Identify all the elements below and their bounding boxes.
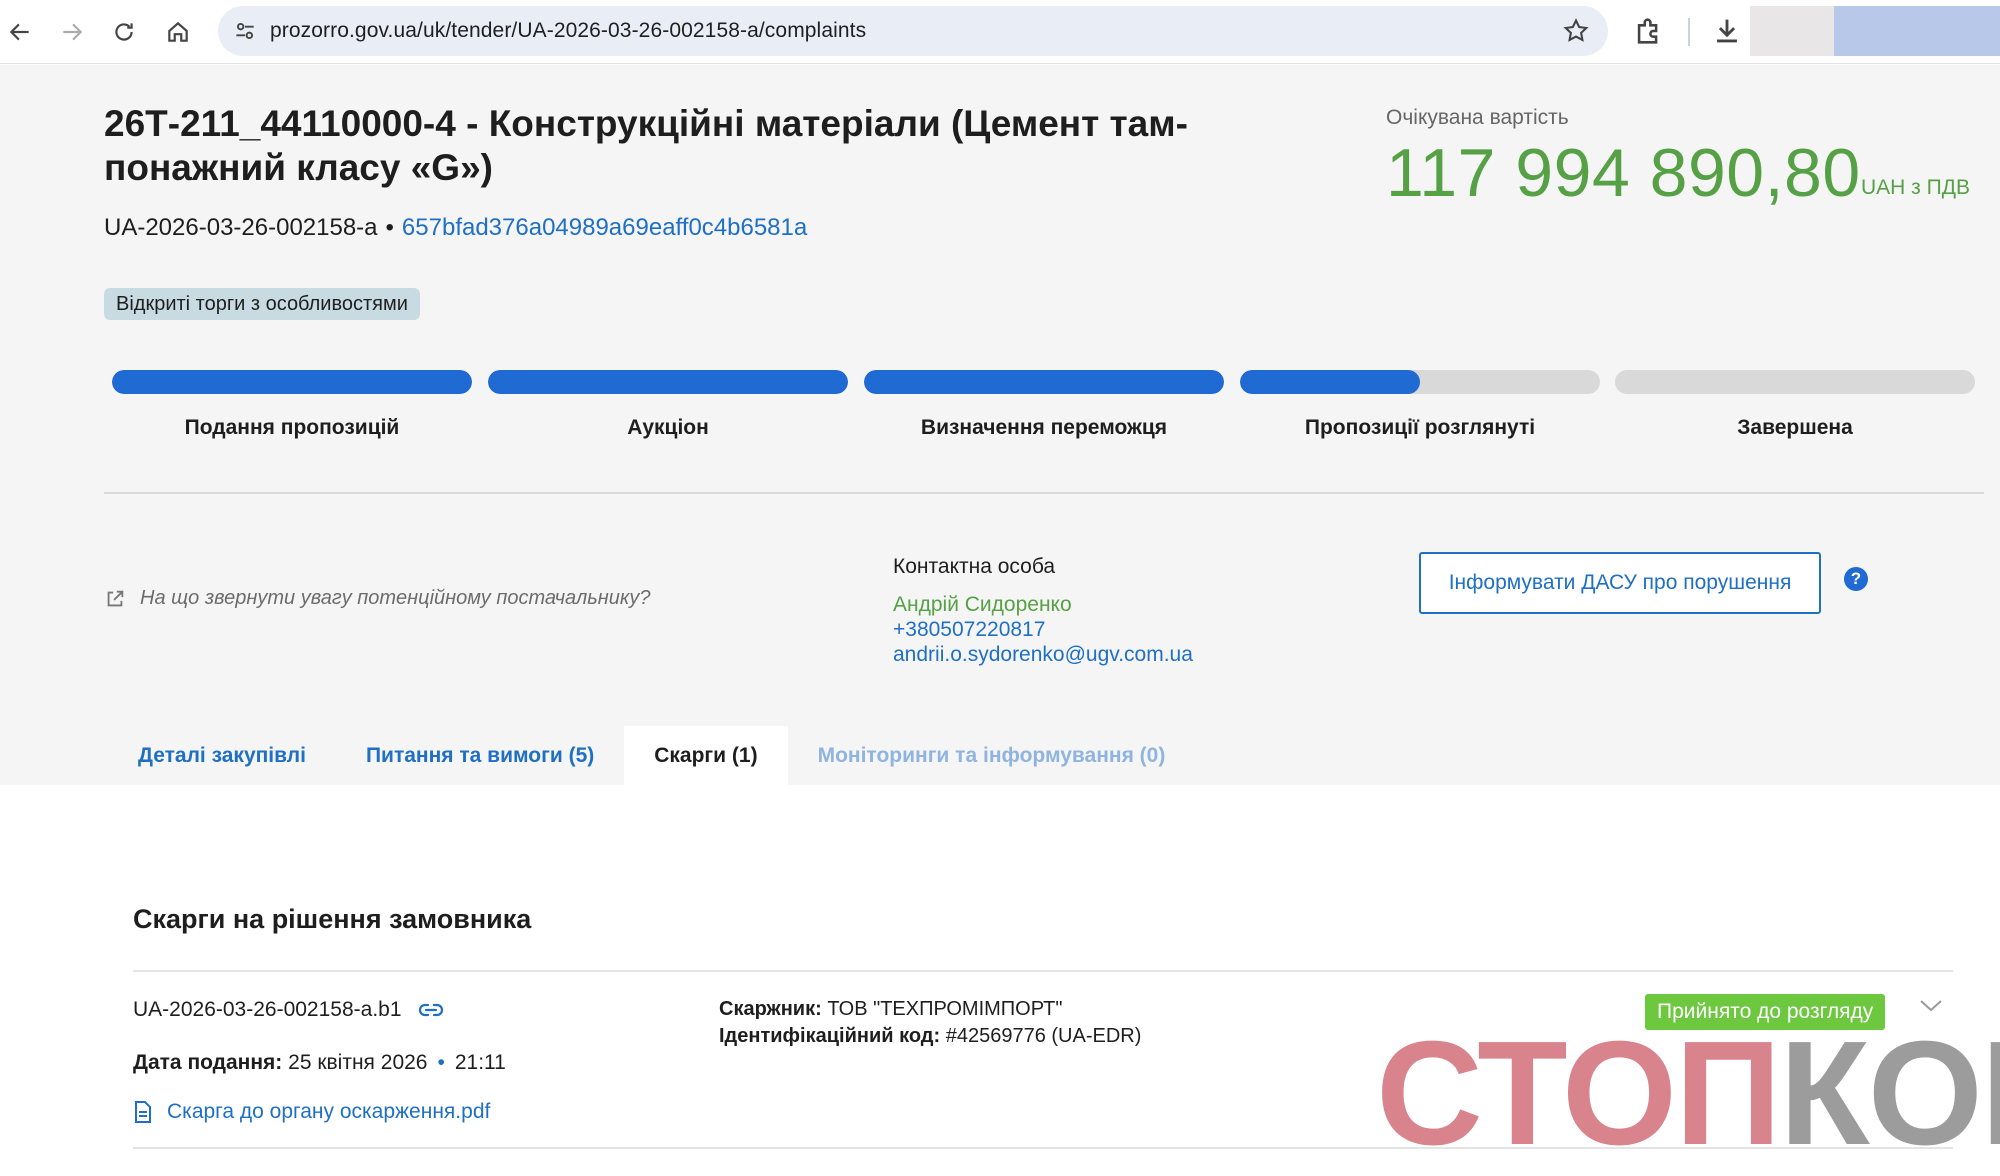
stage-label: Аукціон bbox=[627, 416, 709, 439]
tender-tabs: Деталі закупівлі Питання та вимоги (5) С… bbox=[108, 726, 1195, 785]
arrow-right-icon bbox=[63, 23, 83, 41]
browser-toolbar: prozorro.gov.ua/uk/tender/UA-2026-03-26-… bbox=[0, 0, 2000, 64]
stage-label: Пропозиції розглянуті bbox=[1304, 416, 1536, 439]
code-label: Ідентифікаційний код: bbox=[719, 1025, 941, 1047]
toolbar-separator bbox=[1688, 18, 1690, 46]
stage-label: Визначення переможця bbox=[920, 416, 1168, 439]
external-link-icon bbox=[107, 590, 124, 606]
contact-label: Контактна особа bbox=[893, 555, 1056, 578]
supplier-hint-text[interactable]: На що звернути увагу потенційному постач… bbox=[140, 587, 650, 610]
watermark: СТОПКОР bbox=[1376, 1020, 2000, 1168]
stage-label: Завершена bbox=[1737, 416, 1853, 439]
price-currency: UAH з ПДВ bbox=[1861, 176, 1970, 199]
section-divider bbox=[133, 970, 1953, 972]
stage-progress-track bbox=[112, 370, 472, 394]
tab-monitoring[interactable]: Моніторинги та інформування (0) bbox=[788, 726, 1196, 785]
tab-questions[interactable]: Питання та вимоги (5) bbox=[336, 726, 624, 785]
reload-icon bbox=[115, 23, 133, 41]
bookmark-star-icon[interactable] bbox=[1562, 17, 1590, 45]
stage-progress-fill bbox=[488, 370, 848, 394]
contact-phone[interactable]: +380507220817 bbox=[893, 618, 1045, 642]
url-text[interactable]: prozorro.gov.ua/uk/tender/UA-2026-03-26-… bbox=[270, 19, 866, 43]
reload-button[interactable] bbox=[106, 14, 142, 50]
document-icon bbox=[135, 1101, 151, 1123]
complainant-name: ТОВ "ТЕХПРОМІМПОРТ" bbox=[827, 998, 1063, 1020]
tender-ids: UA-2026-03-26-002158-a • 657bfad376a04989a… bbox=[104, 214, 807, 242]
stage-progress-track bbox=[1240, 370, 1600, 394]
stage-progress-track bbox=[864, 370, 1224, 394]
complaint-id: UA-2026-03-26-002158-a.b1 bbox=[133, 998, 444, 1022]
complaint-file-name[interactable]: Скарга до органу оскарження.pdf bbox=[167, 1100, 490, 1124]
complainant-info: Скаржник: ТОВ "ТЕХПРОМІМПОРТ" Ідентифіка… bbox=[719, 996, 1141, 1050]
inform-dasu-button[interactable]: Інформувати ДАСУ про порушення bbox=[1419, 552, 1821, 614]
stage-progress-track bbox=[1615, 370, 1975, 394]
home-button[interactable] bbox=[160, 14, 196, 50]
tender-hash-link[interactable]: 657bfad376a04989a69eaff0c4b6581a bbox=[402, 214, 807, 241]
complaint-date: Дата подання: 25 квітня 2026 • 21:11 bbox=[133, 1051, 506, 1075]
complainant-label: Скаржник: bbox=[719, 998, 822, 1020]
address-bar[interactable]: prozorro.gov.ua/uk/tender/UA-2026-03-26-… bbox=[218, 6, 1608, 56]
extensions-icon[interactable] bbox=[1632, 14, 1666, 48]
complaint-file-link[interactable]: Скарга до органу оскарження.pdf bbox=[133, 1100, 490, 1124]
complainant-code: #42569776 (UA-EDR) bbox=[945, 1025, 1142, 1047]
id-separator: • bbox=[385, 214, 394, 241]
stage-label: Подання пропозицій bbox=[184, 416, 400, 439]
back-button[interactable] bbox=[2, 14, 38, 50]
date-label: Дата подання: bbox=[133, 1051, 283, 1074]
date-value: 25 квітня 2026 bbox=[288, 1051, 428, 1074]
tender-id: UA-2026-03-26-002158-a bbox=[104, 214, 378, 241]
complainant-line: Скаржник: ТОВ "ТЕХПРОМІМПОРТ" bbox=[719, 996, 1141, 1023]
contact-email[interactable]: andrii.o.sydorenko@ugv.com.ua bbox=[893, 643, 1193, 667]
price-value: 117 994 890,80 bbox=[1386, 135, 1861, 211]
tab-complaints[interactable]: Скарги (1) bbox=[624, 726, 788, 785]
stage-progress-fill bbox=[112, 370, 472, 394]
forward-button[interactable] bbox=[54, 14, 90, 50]
download-icon[interactable] bbox=[1710, 14, 1744, 48]
arrow-left-icon bbox=[9, 23, 29, 41]
time-value: 21:11 bbox=[454, 1051, 506, 1074]
supplier-hint-link[interactable]: На що звернути увагу потенційному постач… bbox=[104, 587, 650, 610]
stage-progress-fill bbox=[864, 370, 1224, 394]
complainant-code-line: Ідентифікаційний код: #42569776 (UA-EDR) bbox=[719, 1023, 1141, 1050]
date-separator: • bbox=[437, 1051, 445, 1074]
copy-link-icon[interactable] bbox=[418, 1001, 444, 1019]
site-settings-icon[interactable] bbox=[232, 18, 258, 44]
stage-progress-fill bbox=[1240, 370, 1420, 394]
complaints-section-title: Скарги на рішення замовника bbox=[133, 904, 532, 934]
watermark-part-2: КОР bbox=[1779, 1011, 2000, 1176]
stage-progress-track bbox=[488, 370, 848, 394]
header-divider bbox=[104, 492, 1984, 494]
profile-area[interactable] bbox=[1750, 6, 1834, 56]
complaint-id-text: UA-2026-03-26-002158-a.b1 bbox=[133, 998, 402, 1021]
home-icon bbox=[168, 21, 188, 42]
price-label: Очікувана вартість bbox=[1386, 106, 1569, 129]
procedure-type-badge: Відкриті торги з особливостями bbox=[104, 288, 420, 320]
help-icon[interactable]: ? bbox=[1844, 567, 1868, 591]
tender-title: 26Т-211_44110000-4 - Конструкційні матер… bbox=[104, 103, 1188, 188]
watermark-part-1: СТОП bbox=[1376, 1011, 1781, 1176]
contact-name: Андрій Сидоренко bbox=[893, 593, 1072, 616]
tab-details[interactable]: Деталі закупівлі bbox=[108, 726, 336, 785]
profile-avatar[interactable] bbox=[1834, 6, 2000, 56]
